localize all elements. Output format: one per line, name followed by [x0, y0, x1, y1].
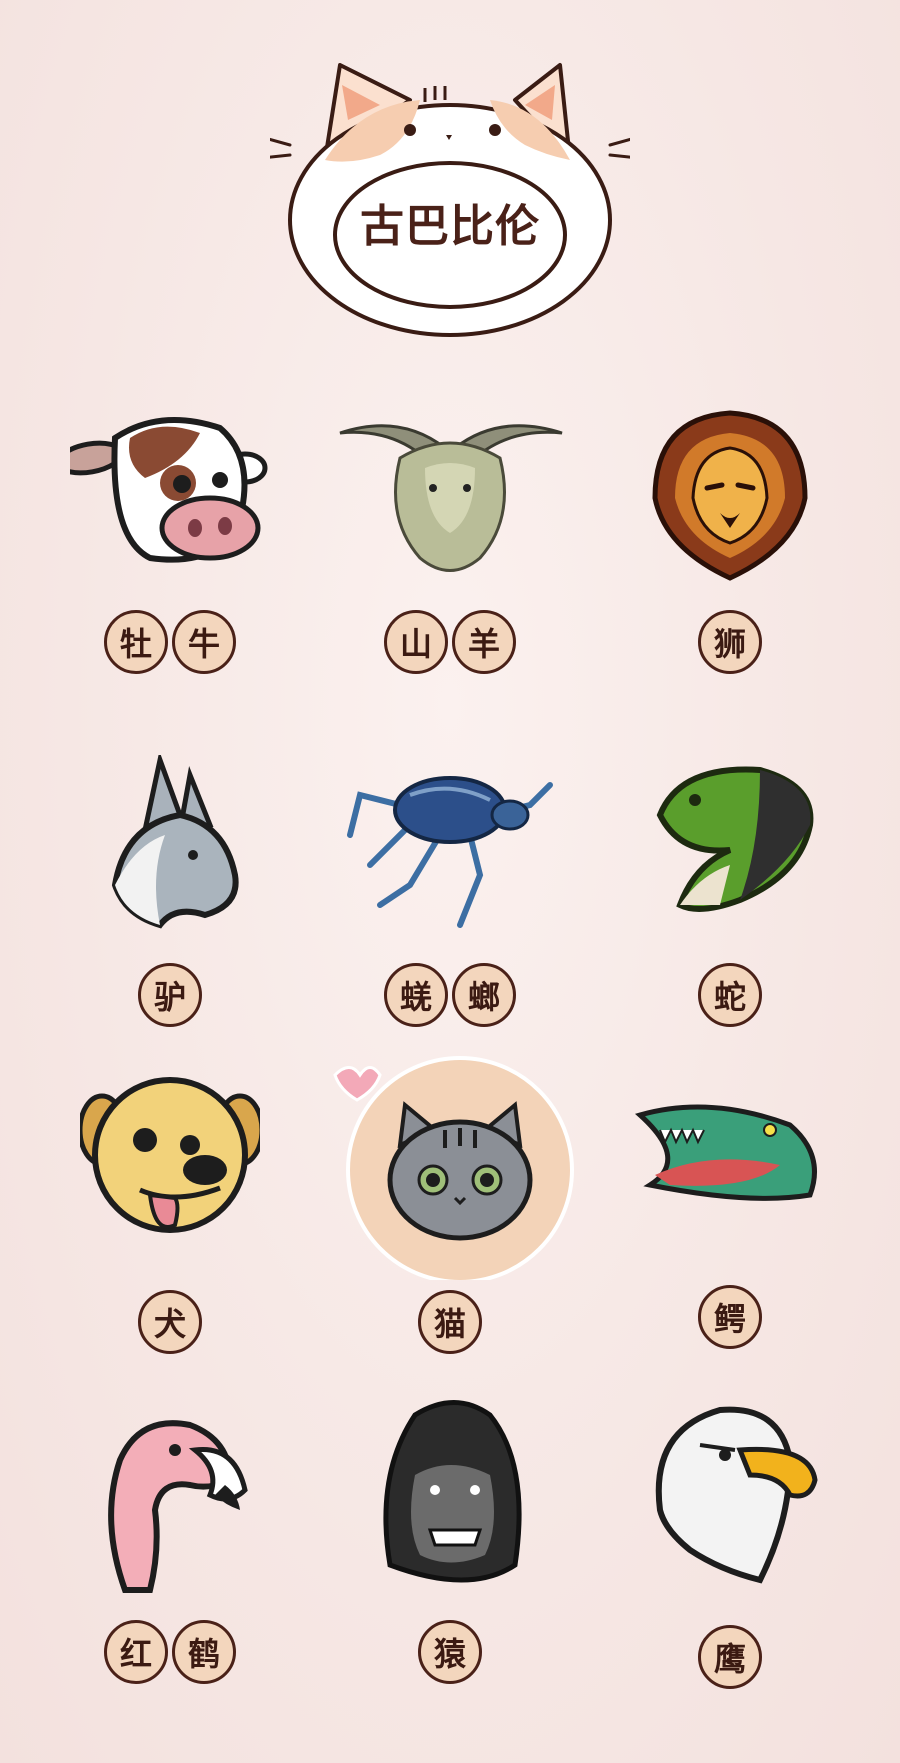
- animal-card-goat: 山 羊: [320, 408, 580, 708]
- lion-head-icon: [652, 410, 808, 581]
- dog-head-icon: [80, 1077, 260, 1233]
- animal-card-eagle: 鹰: [600, 1400, 860, 1700]
- animal-card-lion: 狮: [600, 408, 860, 708]
- char-badge: 蛇: [698, 963, 762, 1027]
- char-badge: 牛: [172, 610, 236, 674]
- char-badge: 鹰: [698, 1625, 762, 1689]
- snake-head-icon: [656, 766, 814, 912]
- eagle-head-icon: [655, 1406, 818, 1584]
- label-row: 牡 牛: [40, 610, 300, 674]
- label-row: 猿: [320, 1620, 580, 1684]
- char-badge: 鹤: [172, 1620, 236, 1684]
- label-row: 鳄: [600, 1285, 860, 1349]
- cat-head-icon: [333, 1056, 574, 1280]
- label-row: 猫: [320, 1290, 580, 1354]
- animal-card-crocodile: 鳄: [600, 1085, 860, 1385]
- char-badge: 猿: [418, 1620, 482, 1684]
- cow-head-icon: [70, 417, 268, 563]
- char-badge: 犬: [138, 1290, 202, 1354]
- goat-head-icon: [339, 424, 563, 572]
- char-badge: 驴: [138, 963, 202, 1027]
- char-badge: 猫: [418, 1290, 482, 1354]
- gorilla-head-icon: [383, 1400, 522, 1583]
- animal-card-gorilla: 猿: [320, 1395, 580, 1695]
- char-badge: 羊: [452, 610, 516, 674]
- char-badge: 鳄: [698, 1285, 762, 1349]
- animal-card-scarab: 蜣 螂: [320, 755, 580, 1055]
- char-badge: 红: [104, 1620, 168, 1684]
- char-badge: 牡: [104, 610, 168, 674]
- label-row: 红 鹤: [40, 1620, 300, 1684]
- donkey-head-icon: [111, 755, 239, 929]
- scarab-beetle-icon: [347, 776, 553, 928]
- flamingo-head-icon: [108, 1420, 248, 1593]
- char-badge: 狮: [698, 610, 762, 674]
- animal-card-cow: 牡 牛: [40, 408, 300, 708]
- animal-card-dog: 犬: [40, 1070, 300, 1370]
- crocodile-head-icon: [634, 1104, 817, 1201]
- animal-card-donkey: 驴: [40, 755, 300, 1055]
- label-row: 驴: [40, 963, 300, 1027]
- char-badge: 山: [384, 610, 448, 674]
- char-badge: 螂: [452, 963, 516, 1027]
- page-title: 古巴比伦: [360, 201, 540, 252]
- label-row: 鹰: [600, 1625, 860, 1689]
- label-row: 狮: [600, 610, 860, 674]
- animal-card-snake: 蛇: [600, 755, 860, 1055]
- label-row: 犬: [40, 1290, 300, 1354]
- char-badge: 蜣: [384, 963, 448, 1027]
- header-cat-badge: 古巴比伦: [260, 60, 640, 345]
- label-row: 蛇: [600, 963, 860, 1027]
- animal-card-flamingo: 红 鹤: [40, 1410, 300, 1710]
- label-row: 山 羊: [320, 610, 580, 674]
- label-row: 蜣 螂: [320, 963, 580, 1027]
- animal-card-cat: 猫: [320, 1040, 580, 1354]
